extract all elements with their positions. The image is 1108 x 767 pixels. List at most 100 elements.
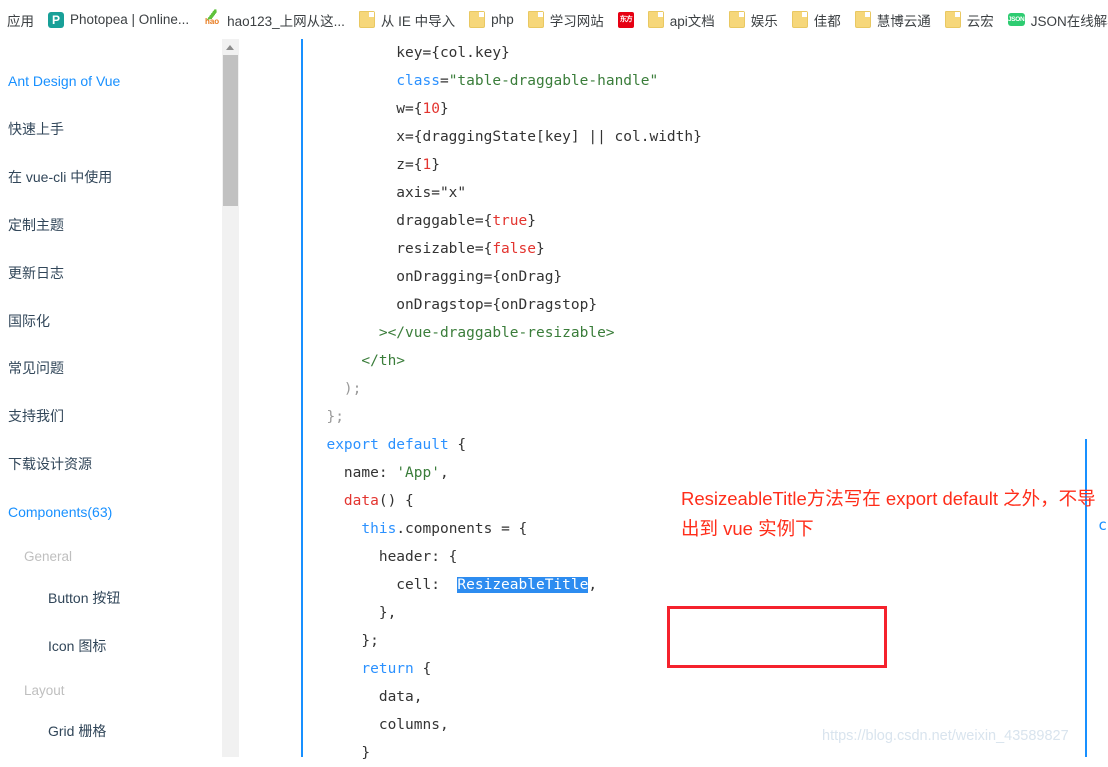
scrollbar-thumb[interactable] xyxy=(223,55,238,206)
folder-icon xyxy=(728,11,745,28)
code-line: w={10} xyxy=(309,95,702,123)
folder-icon xyxy=(358,11,375,28)
bookmark-item[interactable]: 学习网站 xyxy=(521,0,611,39)
scrollbar-up-arrow-icon[interactable] xyxy=(222,39,239,55)
folder-icon xyxy=(527,11,544,28)
code-token: data xyxy=(343,493,379,509)
sidebar-item-icon[interactable]: Icon 图标 xyxy=(0,636,222,656)
folder-icon xyxy=(854,11,871,28)
sidebar-item-ant-design-of-vue[interactable]: Ant Design of Vue xyxy=(0,71,222,91)
sidebar-item-button[interactable]: Button 按钮 xyxy=(0,588,222,608)
sidebar-item-label: Button 按钮 xyxy=(48,590,121,606)
code-line: ></vue-draggable-resizable> xyxy=(309,319,702,347)
bookmark-item[interactable]: 慧博云通 xyxy=(848,0,938,39)
code-token: "x" xyxy=(439,185,467,201)
code-token: z={ xyxy=(309,157,423,173)
code-token: x={draggingState[key] || col.width} xyxy=(309,129,702,145)
code-line: }; xyxy=(309,627,702,655)
code-token: header: { xyxy=(309,549,458,565)
sidebar-item-label: 快速上手 xyxy=(8,121,64,137)
code-line: </th> xyxy=(309,347,702,375)
bookmark-item[interactable]: 应用 xyxy=(0,0,41,39)
sidebar-item-general: General xyxy=(0,546,222,566)
sidebar-item-label: 国际化 xyxy=(8,313,50,329)
code-line: return { xyxy=(309,655,702,683)
code-token: 'App' xyxy=(396,465,440,481)
code-token: draggable={ xyxy=(309,213,493,229)
code-token: resizable={ xyxy=(309,241,493,257)
sidebar-item-label: 定制主题 xyxy=(8,217,64,233)
code-line: name: 'App', xyxy=(309,459,702,487)
folder-icon xyxy=(469,11,486,28)
sidebar-item-label: Components(63) xyxy=(8,504,113,520)
code-line: axis="x" xyxy=(309,179,702,207)
code-line: }, xyxy=(309,599,702,627)
sidebar-item-[interactable]: 下载设计资源 xyxy=(0,454,222,474)
bookmark-label: 娱乐 xyxy=(750,13,778,29)
code-token: } xyxy=(535,241,545,257)
code-line: columns, xyxy=(309,711,702,739)
sidebar-item-label: Icon 图标 xyxy=(48,638,107,654)
code-token: axis= xyxy=(309,185,440,201)
bookmark-item[interactable]: 从 IE 中导入 xyxy=(352,0,462,39)
bookmark-item[interactable]: 娱乐 xyxy=(722,0,785,39)
bookmarks-bar: 应用 P Photopea | Online... hao hao123_上网从这...… xyxy=(0,0,1108,40)
bookmark-item[interactable]: 云宏 xyxy=(938,0,1001,39)
code-token: onDragstop={onDragstop} xyxy=(309,297,598,313)
code-line: ); xyxy=(309,375,702,403)
sidebar-item-label: 更新日志 xyxy=(8,265,64,281)
floating-code-character: c xyxy=(1098,516,1108,534)
bookmark-item[interactable]: php xyxy=(462,0,521,39)
code-token: 10 xyxy=(422,101,440,117)
code-token: } xyxy=(527,213,536,229)
folder-icon xyxy=(791,11,808,28)
folder-icon xyxy=(647,11,664,28)
bookmark-label: 应用 xyxy=(7,13,34,29)
code-token: name: xyxy=(309,465,397,481)
code-token: , xyxy=(439,465,449,481)
bookmark-item[interactable]: hao hao123_上网从这... xyxy=(196,0,352,39)
bookmark-item[interactable]: api文档 xyxy=(641,0,722,39)
bookmark-label: JSON在线解析及 xyxy=(1030,13,1108,29)
sidebar-item-[interactable]: 定制主题 xyxy=(0,215,222,235)
code-line: export default { xyxy=(309,431,702,459)
code-token: = xyxy=(439,73,449,89)
bookmark-item[interactable]: 东方 xyxy=(611,0,641,39)
sidebar-item-[interactable]: 支持我们 xyxy=(0,406,222,426)
photopea-icon: P xyxy=(48,11,64,28)
code-left-rule xyxy=(301,39,303,757)
code-token: 1 xyxy=(422,157,432,173)
sidebar-scrollbar[interactable] xyxy=(222,39,239,757)
sidebar-item-[interactable]: 更新日志 xyxy=(0,263,222,283)
code-content-area: key={col.key} class="table-draggable-han… xyxy=(239,39,1108,761)
sidebar-item-vue-cli[interactable]: 在 vue-cli 中使用 xyxy=(0,167,222,187)
code-token: { xyxy=(413,661,432,677)
code-token: w={ xyxy=(309,101,423,117)
sidebar-item-[interactable]: 常见问题 xyxy=(0,358,222,378)
watermark-text: https://blog.csdn.net/weixin_43589827 xyxy=(822,728,1069,744)
bookmark-label: 慧博云通 xyxy=(876,13,931,29)
code-token: return xyxy=(361,661,414,677)
bookmark-item[interactable]: P Photopea | Online... xyxy=(41,0,196,39)
selected-code-token[interactable]: ResizeableTitle xyxy=(457,577,589,593)
bookmark-item[interactable]: 佳都 xyxy=(785,0,848,39)
bookmark-label: Photopea | Online... xyxy=(70,12,190,27)
code-line: data, xyxy=(309,683,702,711)
sidebar-item-components-63[interactable]: Components(63) xyxy=(0,502,222,522)
sidebar-item-[interactable]: 国际化 xyxy=(0,311,222,331)
bookmark-item[interactable]: JSON JSON在线解析及 xyxy=(1001,0,1108,39)
bookmark-label: 从 IE 中导入 xyxy=(380,13,456,29)
sidebar-item-label: General xyxy=(24,548,73,564)
sidebar-item-label: 在 vue-cli 中使用 xyxy=(8,169,113,185)
sidebar-item-grid[interactable]: Grid 栅格 xyxy=(0,721,222,741)
code-block[interactable]: key={col.key} class="table-draggable-han… xyxy=(309,39,702,767)
code-line: this.components = { xyxy=(309,515,702,543)
annotation-note-text: ResizeableTitle方法写在 export default 之外，不导… xyxy=(681,488,1096,539)
code-token: export default xyxy=(326,437,449,453)
code-line: }; xyxy=(309,403,702,431)
bookmark-label: 云宏 xyxy=(966,13,994,29)
sidebar-item-[interactable]: 快速上手 xyxy=(0,119,222,139)
code-token: ></vue-draggable-resizable> xyxy=(309,325,615,341)
